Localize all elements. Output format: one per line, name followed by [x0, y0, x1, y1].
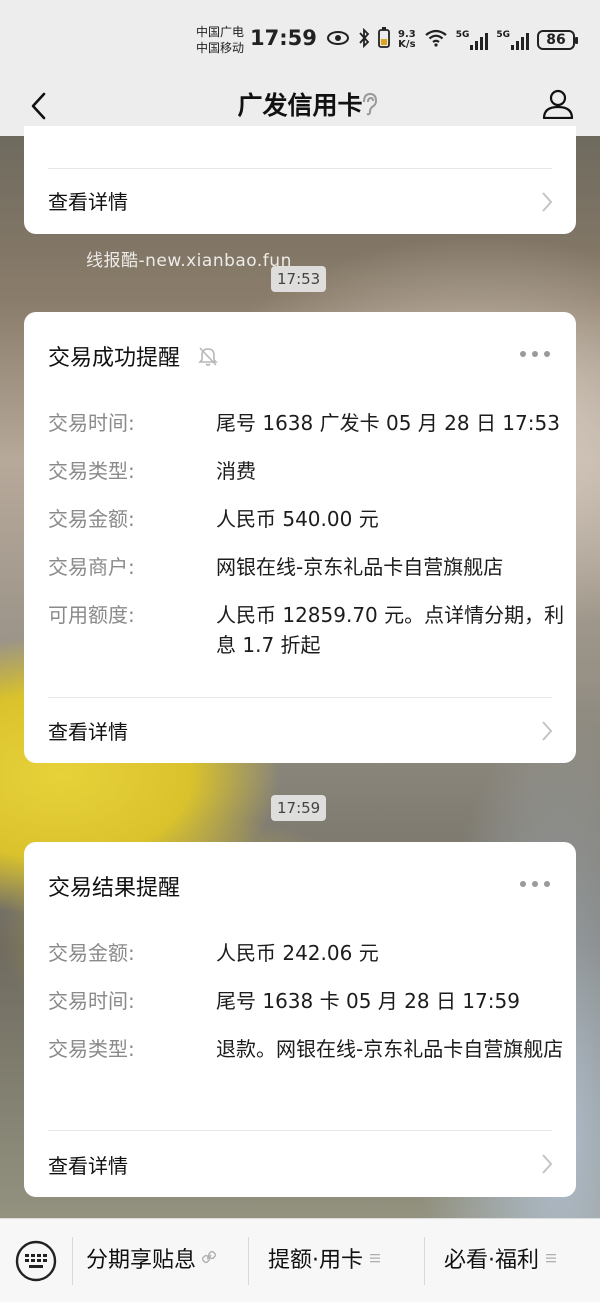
keyboard-icon: [14, 1240, 58, 1287]
carrier-2: 中国移动: [196, 41, 245, 55]
mute-bell-icon: [197, 345, 219, 373]
row-value: 消费: [216, 459, 256, 483]
view-details-link[interactable]: 查看详情: [48, 716, 128, 745]
info-row: 交易时间: 尾号 1638 卡 05 月 28 日 17:59: [48, 986, 558, 1016]
row-value: 网银在线-京东礼品卡自营旗舰店: [216, 555, 504, 579]
battery-indicator: 86: [537, 30, 579, 50]
menu-item-label: 提额·用卡: [268, 1248, 363, 1273]
menu-item-installment[interactable]: 分期享贴息: [86, 1243, 217, 1279]
net-speed-unit: K/s: [398, 39, 416, 50]
ear-icon: [360, 92, 378, 120]
row-label: 交易金额:: [48, 507, 135, 531]
sim1-5g-tag: 5G: [455, 30, 470, 40]
card-title: 交易结果提醒: [48, 876, 181, 901]
view-details-link[interactable]: 查看详情: [48, 186, 128, 215]
row-label: 交易时间:: [48, 989, 135, 1013]
more-options-button[interactable]: [520, 350, 550, 358]
menu-separator: [72, 1237, 73, 1285]
link-icon: [201, 1243, 217, 1279]
row-value: 人民币 12859.70 元。点详情分期，利息 1.7 折起: [216, 603, 565, 657]
card-divider: [48, 697, 552, 698]
status-time: 17:59: [250, 26, 317, 50]
net-speed: 9.3 K/s: [398, 30, 416, 50]
chevron-right-icon: [540, 1153, 554, 1175]
row-value: 退款。网银在线-京东礼品卡自营旗舰店: [216, 1037, 564, 1061]
carrier-names: 中国广电 中国移动: [196, 24, 244, 56]
row-label: 交易时间:: [48, 411, 135, 435]
menu-lines-icon: [545, 1243, 557, 1279]
row-label: 交易类型:: [48, 459, 135, 483]
row-value: 尾号 1638 卡 05 月 28 日 17:59: [216, 989, 520, 1013]
page-title: 广发信用卡: [237, 91, 363, 120]
menu-item-label: 分期享贴息: [86, 1248, 197, 1273]
card-divider: [48, 1130, 552, 1131]
card-title-text: 交易成功提醒: [48, 346, 181, 371]
row-value: 人民币 540.00 元: [216, 507, 379, 531]
chevron-right-icon: [540, 720, 554, 742]
profile-button[interactable]: [538, 86, 578, 126]
menu-separator: [248, 1237, 249, 1285]
timestamp-chip: 17:53: [271, 266, 327, 292]
more-options-button[interactable]: [520, 880, 550, 888]
status-bar: 中国广电 中国移动 17:59 9.3 K/s 5G 5G 86: [0, 0, 600, 80]
signal-icon-sim2: 5G: [496, 30, 530, 50]
menu-item-limit[interactable]: 提额·用卡: [268, 1243, 381, 1279]
vibrate-battery-icon: [378, 27, 390, 53]
menu-separator: [424, 1237, 425, 1285]
message-card-partial[interactable]: 查看详情: [24, 126, 576, 234]
menu-lines-icon: [369, 1243, 381, 1279]
wifi-icon: [424, 29, 448, 51]
view-details-link[interactable]: 查看详情: [48, 1150, 128, 1179]
signal-icon-sim1: 5G: [456, 30, 489, 50]
info-row: 交易金额: 人民币 540.00 元: [48, 504, 558, 534]
bluetooth-icon: [358, 27, 370, 52]
row-label: 交易商户:: [48, 555, 135, 579]
status-icons: 9.3 K/s 5G 5G 86: [326, 26, 579, 54]
row-value: 人民币 242.06 元: [216, 941, 379, 965]
sim2-5g-tag: 5G: [496, 30, 511, 40]
card-title: 交易成功提醒: [48, 340, 219, 373]
person-icon: [542, 89, 574, 123]
menu-item-label: 必看·福利: [444, 1248, 539, 1273]
info-row: 交易金额: 人民币 242.06 元: [48, 938, 558, 968]
transaction-result-card[interactable]: 交易结果提醒 交易金额: 人民币 242.06 元 交易时间: 尾号 1638 …: [24, 842, 576, 1197]
watermark-text: 线报酷-new.xianbao.fun: [86, 251, 292, 271]
chevron-right-icon: [540, 191, 554, 213]
transaction-success-card[interactable]: 交易成功提醒 交易时间: 尾号 1638 广发卡 05 月 28 日 17:53…: [24, 312, 576, 763]
info-row: 交易商户: 网银在线-京东礼品卡自营旗舰店: [48, 552, 558, 582]
bottom-menu-bar: 分期享贴息 提额·用卡 必看·福利: [0, 1218, 600, 1302]
row-label: 交易类型:: [48, 1037, 135, 1061]
row-label: 交易金额:: [48, 941, 135, 965]
timestamp-chip: 17:59: [271, 795, 327, 821]
eye-icon: [326, 30, 350, 50]
info-row: 交易类型: 退款。网银在线-京东礼品卡自营旗舰店: [48, 1034, 563, 1094]
menu-item-benefits[interactable]: 必看·福利: [444, 1243, 557, 1279]
battery-level: 86: [546, 32, 566, 48]
info-row: 可用额度: 人民币 12859.70 元。点详情分期，利息 1.7 折起: [48, 600, 564, 660]
card-divider: [48, 168, 552, 169]
carrier-1: 中国广电: [196, 25, 245, 39]
row-value: 尾号 1638 广发卡 05 月 28 日 17:53: [216, 411, 560, 435]
keyboard-toggle-button[interactable]: [14, 1239, 58, 1283]
info-row: 交易时间: 尾号 1638 广发卡 05 月 28 日 17:53: [48, 408, 560, 438]
row-label: 可用额度:: [48, 603, 135, 627]
info-row: 交易类型: 消费: [48, 456, 558, 486]
